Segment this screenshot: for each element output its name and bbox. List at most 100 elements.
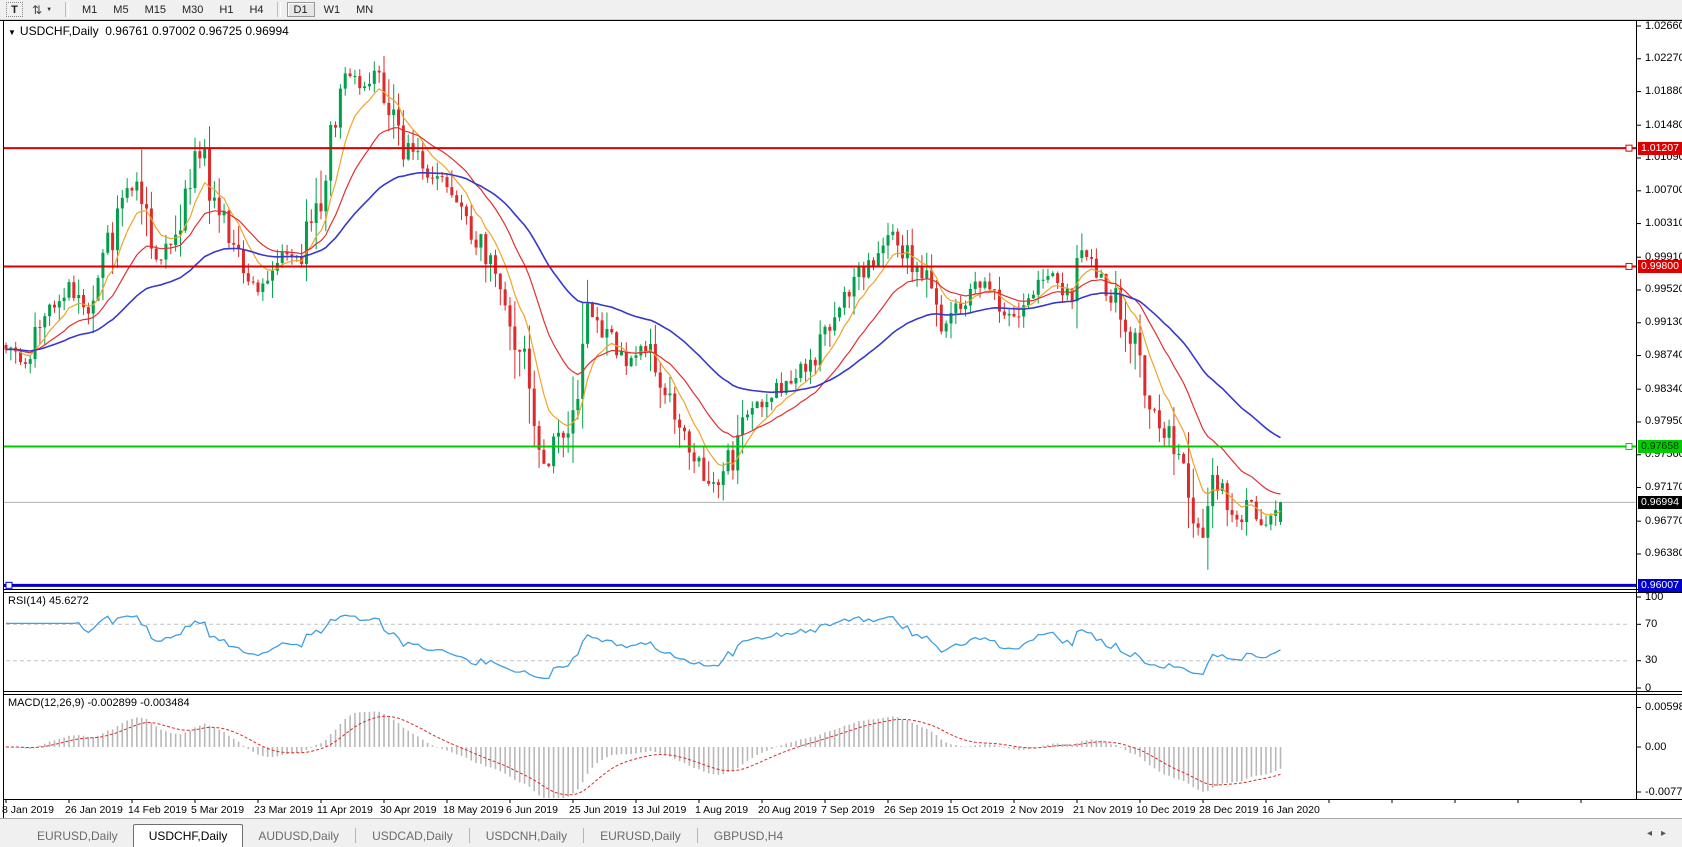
candle [334, 121, 337, 137]
timeframe-button-m15[interactable]: M15 [138, 2, 173, 17]
timeframe-button-h4[interactable]: H4 [242, 2, 270, 17]
candle [552, 433, 555, 473]
candle [29, 356, 32, 374]
toolbar-separator [65, 2, 69, 17]
candle [780, 372, 783, 396]
tab-scroll-left-icon[interactable]: ◂ [1647, 828, 1652, 839]
chart-tab-usdchf-daily[interactable]: USDCHF,Daily [133, 824, 244, 847]
candle [572, 377, 575, 463]
chart-tab-audusd-daily[interactable]: AUDUSD,Daily [243, 825, 354, 847]
candle [538, 421, 541, 468]
tab-separator [469, 828, 470, 843]
candle [135, 172, 138, 200]
tab-scroll-right-icon[interactable]: ▸ [1661, 828, 1666, 839]
timeframe-button-m30[interactable]: M30 [175, 2, 210, 17]
candle [1202, 509, 1205, 538]
candle [799, 362, 802, 383]
level-drag-handle[interactable] [1626, 263, 1632, 269]
timeframe-button-h1[interactable]: H1 [212, 2, 240, 17]
candle [349, 68, 352, 77]
moving-average-line-20 [6, 128, 1281, 494]
candle [131, 187, 134, 197]
candle [261, 278, 264, 301]
candle [775, 379, 778, 399]
timeframe-button-mn[interactable]: MN [349, 2, 380, 17]
candle [320, 171, 323, 220]
candle [877, 241, 880, 267]
candle [1042, 269, 1045, 289]
candle [1022, 293, 1025, 327]
timeframe-button-w1[interactable]: W1 [317, 2, 348, 17]
candle [882, 238, 885, 266]
chart-tab-eurusd-daily[interactable]: EURUSD,Daily [22, 825, 133, 847]
candle [925, 253, 928, 298]
candle [470, 205, 473, 244]
candle [72, 276, 75, 302]
level-drag-handle[interactable] [1626, 444, 1632, 450]
timeframe-button-m1[interactable]: M1 [75, 2, 104, 17]
candle [969, 284, 972, 313]
timeframe-button-d1[interactable]: D1 [287, 2, 315, 17]
candle [1148, 395, 1151, 429]
chart-tab-usdcad-daily[interactable]: USDCAD,Daily [357, 825, 468, 847]
candle [499, 273, 502, 305]
candle [387, 79, 390, 131]
mt4-window: T ⇅ ▼ M1M5M15M30H1H4D1W1MN ▼USDCHF,Daily… [0, 0, 1682, 847]
chart-tab-gbpusd-h4[interactable]: GBPUSD,H4 [699, 825, 798, 847]
candle [843, 287, 846, 316]
candle [998, 277, 1001, 323]
level-drag-handle[interactable] [1626, 145, 1632, 151]
candle [194, 138, 197, 193]
candle [601, 312, 604, 338]
candle [988, 273, 991, 293]
candle [717, 479, 720, 498]
level-drag-handle[interactable] [6, 582, 12, 588]
candle [974, 272, 977, 295]
candle [1211, 458, 1214, 528]
candle [436, 163, 439, 191]
candle [77, 279, 80, 313]
candle [1240, 515, 1243, 530]
candle [1090, 249, 1093, 267]
candle [664, 383, 667, 404]
candle [106, 225, 109, 255]
price-chart-canvas[interactable] [0, 0, 1682, 818]
candle [397, 93, 400, 145]
candle [1095, 248, 1098, 278]
candle [1163, 422, 1166, 446]
candle [654, 325, 657, 377]
candle [644, 341, 647, 357]
text-tool-button[interactable]: T [6, 2, 23, 17]
candle [378, 66, 381, 83]
candle [344, 67, 347, 96]
candle [1080, 233, 1083, 262]
cycle-tool-button[interactable]: ⇅ ▼ [25, 2, 59, 17]
candle [1046, 269, 1049, 284]
candle [702, 447, 705, 481]
candle [494, 250, 497, 287]
candle [1076, 245, 1079, 328]
candle [528, 325, 531, 423]
candle [688, 429, 691, 470]
candle [82, 289, 85, 315]
candle [310, 209, 313, 231]
candle [455, 190, 458, 202]
candle [373, 61, 376, 92]
candle [465, 204, 468, 224]
candle [363, 82, 366, 91]
toolbar-separator [277, 2, 281, 17]
candle [920, 255, 923, 281]
candle [523, 336, 526, 370]
candle [707, 461, 710, 486]
candle [1085, 250, 1088, 261]
candle [218, 178, 221, 232]
candle [596, 307, 599, 333]
candle [833, 302, 836, 336]
candle [945, 321, 948, 338]
chart-tab-usdcnh-daily[interactable]: USDCNH,Daily [471, 825, 582, 847]
candle [353, 70, 356, 84]
timeframe-button-m5[interactable]: M5 [106, 2, 135, 17]
chart-tab-eurusd-daily[interactable]: EURUSD,Daily [585, 825, 696, 847]
candle [92, 285, 95, 333]
candle [518, 349, 521, 376]
